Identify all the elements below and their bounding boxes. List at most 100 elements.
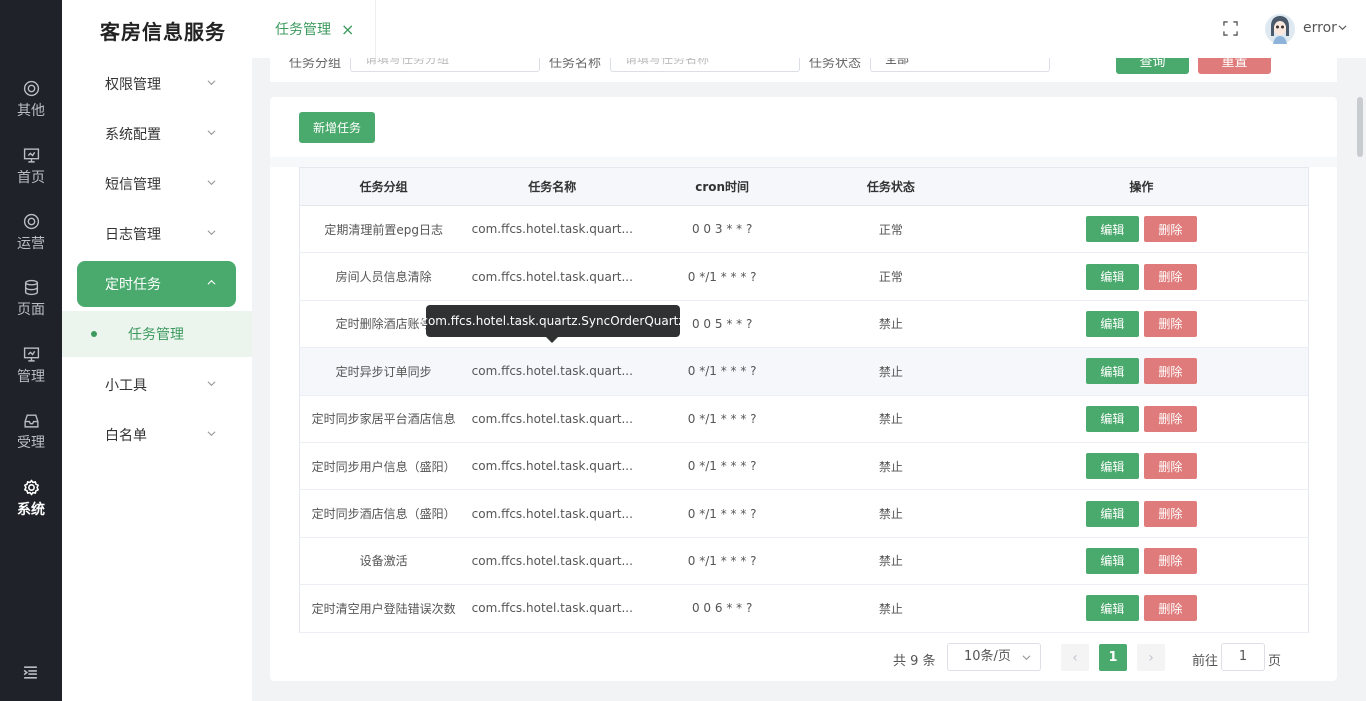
edit-button[interactable]: 编辑: [1085, 358, 1139, 385]
chevron-down-icon: [207, 80, 216, 86]
edit-button[interactable]: 编辑: [1085, 547, 1139, 574]
task-group-cell: 设备激活: [299, 537, 468, 586]
top-header: 任务管理 × error: [252, 0, 1366, 58]
task-name-cell[interactable]: com.ffcs.hotel.task.quart...: [467, 252, 638, 301]
delete-button[interactable]: 删除: [1143, 263, 1197, 290]
task-group-cell: 定期清理前置epg日志: [299, 205, 468, 254]
rail-item-other[interactable]: 其他: [0, 75, 62, 125]
sidebar-item-config[interactable]: 系统配置: [77, 111, 236, 157]
delete-button[interactable]: 删除: [1143, 453, 1197, 480]
avatar[interactable]: [1264, 12, 1296, 46]
rail-item-manage[interactable]: 管理: [0, 341, 62, 391]
sidebar-subitem-task-manage[interactable]: 任务管理: [62, 311, 252, 357]
actions-cell: 编辑 删除: [974, 537, 1309, 586]
task-name-cell[interactable]: com.ffcs.hotel.task.quart...: [467, 489, 638, 538]
task-group-cell: 定时同步酒店信息（盛阳）: [299, 489, 468, 538]
fullscreen-icon[interactable]: [1223, 21, 1238, 36]
task-group-cell: 定时同步用户信息（盛阳）: [299, 442, 468, 491]
delete-button[interactable]: 删除: [1143, 358, 1197, 385]
task-name-tooltip: com.ffcs.hotel.task.quartz.SyncOrderQuar…: [421, 305, 685, 343]
sidebar-item-label: 系统配置: [105, 127, 161, 143]
tab-task-manage[interactable]: 任务管理 ×: [258, 0, 376, 58]
goto-page-input[interactable]: 1: [1221, 643, 1265, 671]
menu-fold-icon[interactable]: [22, 664, 39, 681]
table-row: 定时同步用户信息（盛阳） com.ffcs.hotel.task.quart..…: [299, 442, 1309, 491]
page-number-current[interactable]: 1: [1099, 644, 1127, 671]
pagination-total: 共 9 条: [893, 654, 936, 669]
status-cell: 禁止: [807, 347, 975, 396]
table-header-row: 任务分组 任务名称 cron时间 任务状态 操作: [299, 167, 1309, 206]
cron-cell: 0 */1 * * * ?: [637, 537, 808, 586]
task-name-cell[interactable]: com.ffcs.hotel.task.quart...: [467, 442, 638, 491]
rail-item-operation[interactable]: 运营: [0, 208, 62, 258]
edit-button[interactable]: 编辑: [1085, 405, 1139, 432]
username[interactable]: error: [1303, 20, 1347, 36]
table-row: 房间人员信息清除 com.ffcs.hotel.task.quart... 0 …: [299, 252, 1309, 301]
task-name-cell[interactable]: com.ffcs.hotel.task.quart...: [467, 584, 638, 633]
task-group-cell: 定时异步订单同步: [299, 347, 468, 396]
sidebar-item-scheduled-task[interactable]: 定时任务: [77, 261, 236, 307]
column-header: 任务名称: [467, 167, 638, 206]
page-suffix: 页: [1268, 654, 1282, 669]
rail-item-page[interactable]: 页面: [0, 274, 62, 324]
actions-cell: 编辑 删除: [974, 205, 1309, 254]
delete-button[interactable]: 删除: [1143, 547, 1197, 574]
close-icon[interactable]: ×: [341, 20, 354, 39]
actions-cell: 编辑 删除: [974, 395, 1309, 443]
sidebar-item-label: 白名单: [105, 428, 147, 444]
sidebar-item-whitelist[interactable]: 白名单: [77, 412, 236, 458]
task-name-cell[interactable]: com.ffcs.hotel.task.quart...: [467, 205, 638, 254]
actions-cell: 编辑 删除: [974, 489, 1309, 538]
delete-button[interactable]: 删除: [1143, 595, 1197, 622]
edit-button[interactable]: 编辑: [1085, 595, 1139, 622]
status-cell: 禁止: [807, 395, 975, 443]
chevron-down-icon: [207, 381, 216, 387]
database-icon: [24, 279, 38, 296]
active-dot: [91, 331, 97, 337]
rail-item-system[interactable]: 系统: [0, 474, 62, 524]
rail-item-accept[interactable]: 受理: [0, 407, 62, 457]
gear-icon: [23, 479, 39, 496]
rail-item-home[interactable]: 首页: [0, 142, 62, 192]
edit-button[interactable]: 编辑: [1085, 216, 1139, 243]
cron-cell: 0 */1 * * * ?: [637, 395, 808, 443]
status-cell: 禁止: [807, 537, 975, 586]
delete-button[interactable]: 删除: [1143, 310, 1197, 337]
sidebar-item-label: 短信管理: [105, 177, 161, 193]
chevron-down-icon: [1338, 25, 1347, 31]
cron-cell: 0 */1 * * * ?: [637, 252, 808, 301]
sidebar-item-tools[interactable]: 小工具: [77, 362, 236, 408]
target-icon: [23, 80, 39, 97]
delete-button[interactable]: 删除: [1143, 405, 1197, 432]
prev-page-button[interactable]: ‹: [1061, 644, 1089, 671]
target-icon: [23, 213, 39, 230]
sidebar-item-label: 小工具: [105, 378, 147, 394]
edit-button[interactable]: 编辑: [1085, 500, 1139, 527]
sidebar-item-permission[interactable]: 权限管理: [77, 61, 236, 107]
sidebar-item-log[interactable]: 日志管理: [77, 211, 236, 257]
task-name-cell[interactable]: com.ffcs.hotel.task.quart...: [467, 347, 638, 396]
add-task-button[interactable]: 新增任务: [299, 112, 375, 143]
edit-button[interactable]: 编辑: [1085, 263, 1139, 290]
page-size-select[interactable]: 10条/页: [947, 643, 1041, 671]
delete-button[interactable]: 删除: [1143, 216, 1197, 243]
next-page-button[interactable]: ›: [1137, 644, 1165, 671]
delete-button[interactable]: 删除: [1143, 500, 1197, 527]
actions-cell: 编辑 删除: [974, 252, 1309, 301]
actions-cell: 编辑 删除: [974, 300, 1309, 349]
sidebar-item-sms[interactable]: 短信管理: [77, 161, 236, 207]
task-group-cell: 定时清空用户登陆错误次数: [299, 584, 468, 633]
goto-label: 前往: [1192, 654, 1219, 669]
column-header: 操作: [974, 167, 1309, 206]
username-text: error: [1303, 20, 1337, 36]
scrollbar[interactable]: [1357, 97, 1363, 157]
column-header: 任务状态: [807, 167, 975, 206]
rail-item-label: 系统: [17, 502, 45, 518]
inbox-icon: [23, 414, 39, 428]
edit-button[interactable]: 编辑: [1085, 310, 1139, 337]
edit-button[interactable]: 编辑: [1085, 453, 1139, 480]
status-cell: 禁止: [807, 489, 975, 538]
task-name-cell[interactable]: com.ffcs.hotel.task.quart...: [467, 537, 638, 586]
table-row: 设备激活 com.ffcs.hotel.task.quart... 0 */1 …: [299, 537, 1309, 586]
task-name-cell[interactable]: com.ffcs.hotel.task.quart...: [467, 395, 638, 443]
